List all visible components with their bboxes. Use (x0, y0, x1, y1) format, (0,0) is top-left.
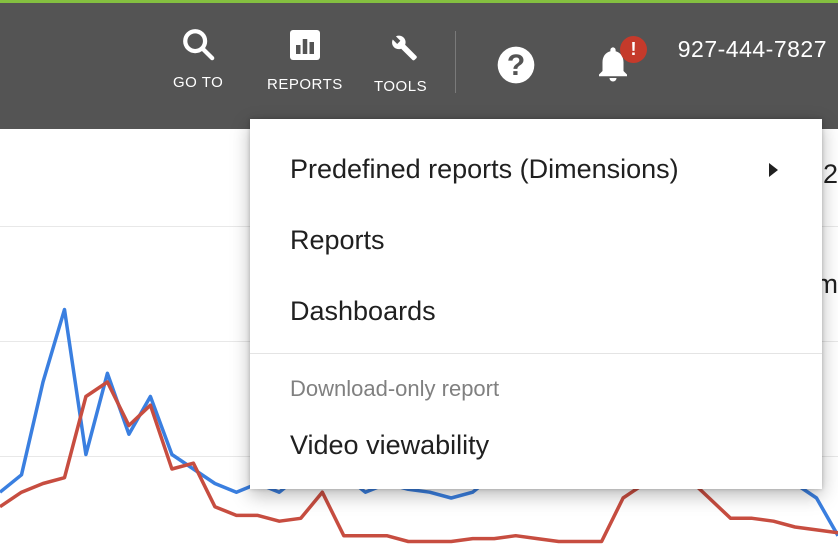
menu-video-viewability[interactable]: Video viewability (250, 410, 822, 489)
menu-label: Reports (290, 225, 385, 256)
bell-icon (592, 72, 634, 89)
nav-label-tools: TOOLS (374, 78, 427, 95)
nav-reports[interactable]: REPORTS (267, 27, 343, 93)
alert-badge: ! (620, 36, 647, 63)
nav-tools[interactable]: TOOLS (374, 27, 427, 95)
menu-dashboards[interactable]: Dashboards (250, 276, 822, 347)
menu-label: Dashboards (290, 296, 436, 327)
chevron-right-icon (769, 163, 778, 177)
top-bar: GO TO REPORTS TOOLS ? ! 927-444-7827 (0, 0, 838, 129)
notifications-button[interactable]: ! (592, 43, 640, 91)
wrench-icon (382, 27, 420, 70)
search-icon (181, 27, 215, 66)
nav-label-goto: GO TO (173, 74, 223, 91)
menu-label: Video viewability (290, 430, 489, 461)
menu-label: Predefined reports (Dimensions) (290, 154, 679, 185)
nav-label-reports: REPORTS (267, 76, 343, 93)
bar-chart-icon (287, 27, 323, 68)
menu-reports[interactable]: Reports (250, 205, 822, 276)
account-id[interactable]: 927-444-7827 (678, 36, 827, 63)
nav-divider (455, 31, 456, 93)
exclamation-icon: ! (631, 39, 637, 60)
menu-predefined-reports[interactable]: Predefined reports (Dimensions) (250, 119, 822, 205)
help-icon: ? (496, 72, 536, 89)
nav-goto[interactable]: GO TO (173, 27, 223, 91)
reports-dropdown: Predefined reports (Dimensions) Reports … (250, 119, 822, 489)
menu-section-download-only: Download-only report (250, 354, 822, 410)
svg-text:?: ? (507, 49, 525, 82)
help-button[interactable]: ? (496, 45, 536, 85)
